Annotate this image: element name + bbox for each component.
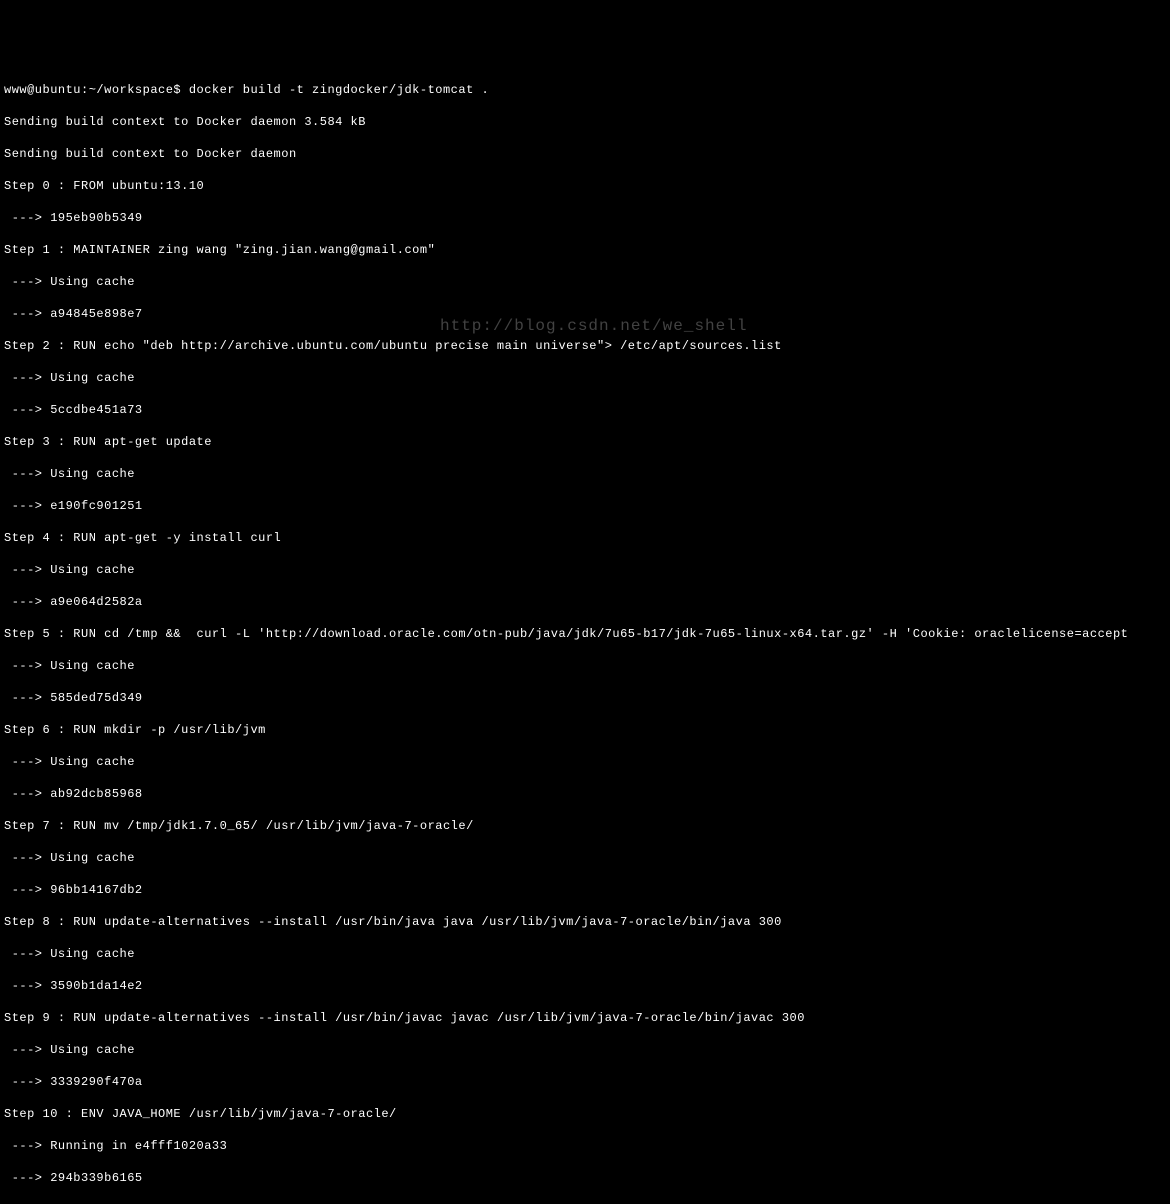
output-line: Step 9 : RUN update-alternatives --insta…: [4, 1010, 1166, 1026]
output-line: Step 7 : RUN mv /tmp/jdk1.7.0_65/ /usr/l…: [4, 818, 1166, 834]
output-line: ---> Running in e4fff1020a33: [4, 1138, 1166, 1154]
output-line: ---> 195eb90b5349: [4, 210, 1166, 226]
output-line: ---> Using cache: [4, 658, 1166, 674]
prompt-line: www@ubuntu:~/workspace$ docker build -t …: [4, 82, 1166, 98]
output-line: ---> 3339290f470a: [4, 1074, 1166, 1090]
output-line: ---> Using cache: [4, 1042, 1166, 1058]
output-line: ---> 5ccdbe451a73: [4, 402, 1166, 418]
output-line: Step 6 : RUN mkdir -p /usr/lib/jvm: [4, 722, 1166, 738]
output-line: Step 0 : FROM ubuntu:13.10: [4, 178, 1166, 194]
output-line: ---> Using cache: [4, 754, 1166, 770]
output-line: Step 4 : RUN apt-get -y install curl: [4, 530, 1166, 546]
output-line: ---> ab92dcb85968: [4, 786, 1166, 802]
output-line: Removing intermediate container e4fff102…: [4, 1202, 1166, 1204]
output-line: ---> 3590b1da14e2: [4, 978, 1166, 994]
output-line: Sending build context to Docker daemon: [4, 146, 1166, 162]
output-line: ---> a94845e898e7: [4, 306, 1166, 322]
output-line: Step 1 : MAINTAINER zing wang "zing.jian…: [4, 242, 1166, 258]
output-line: ---> Using cache: [4, 370, 1166, 386]
output-line: ---> Using cache: [4, 562, 1166, 578]
output-line: Step 10 : ENV JAVA_HOME /usr/lib/jvm/jav…: [4, 1106, 1166, 1122]
output-line: Step 8 : RUN update-alternatives --insta…: [4, 914, 1166, 930]
output-line: ---> Using cache: [4, 274, 1166, 290]
output-line: Step 3 : RUN apt-get update: [4, 434, 1166, 450]
output-line: ---> 294b339b6165: [4, 1170, 1166, 1186]
output-line: Step 2 : RUN echo "deb http://archive.ub…: [4, 338, 1166, 354]
output-line: ---> 96bb14167db2: [4, 882, 1166, 898]
output-line: ---> Using cache: [4, 946, 1166, 962]
terminal-window[interactable]: www@ubuntu:~/workspace$ docker build -t …: [4, 66, 1166, 1204]
output-line: ---> 585ded75d349: [4, 690, 1166, 706]
output-line: Sending build context to Docker daemon 3…: [4, 114, 1166, 130]
output-line: ---> Using cache: [4, 466, 1166, 482]
output-line: ---> e190fc901251: [4, 498, 1166, 514]
output-line: Step 5 : RUN cd /tmp && curl -L 'http://…: [4, 626, 1166, 642]
output-line: ---> a9e064d2582a: [4, 594, 1166, 610]
output-line: ---> Using cache: [4, 850, 1166, 866]
